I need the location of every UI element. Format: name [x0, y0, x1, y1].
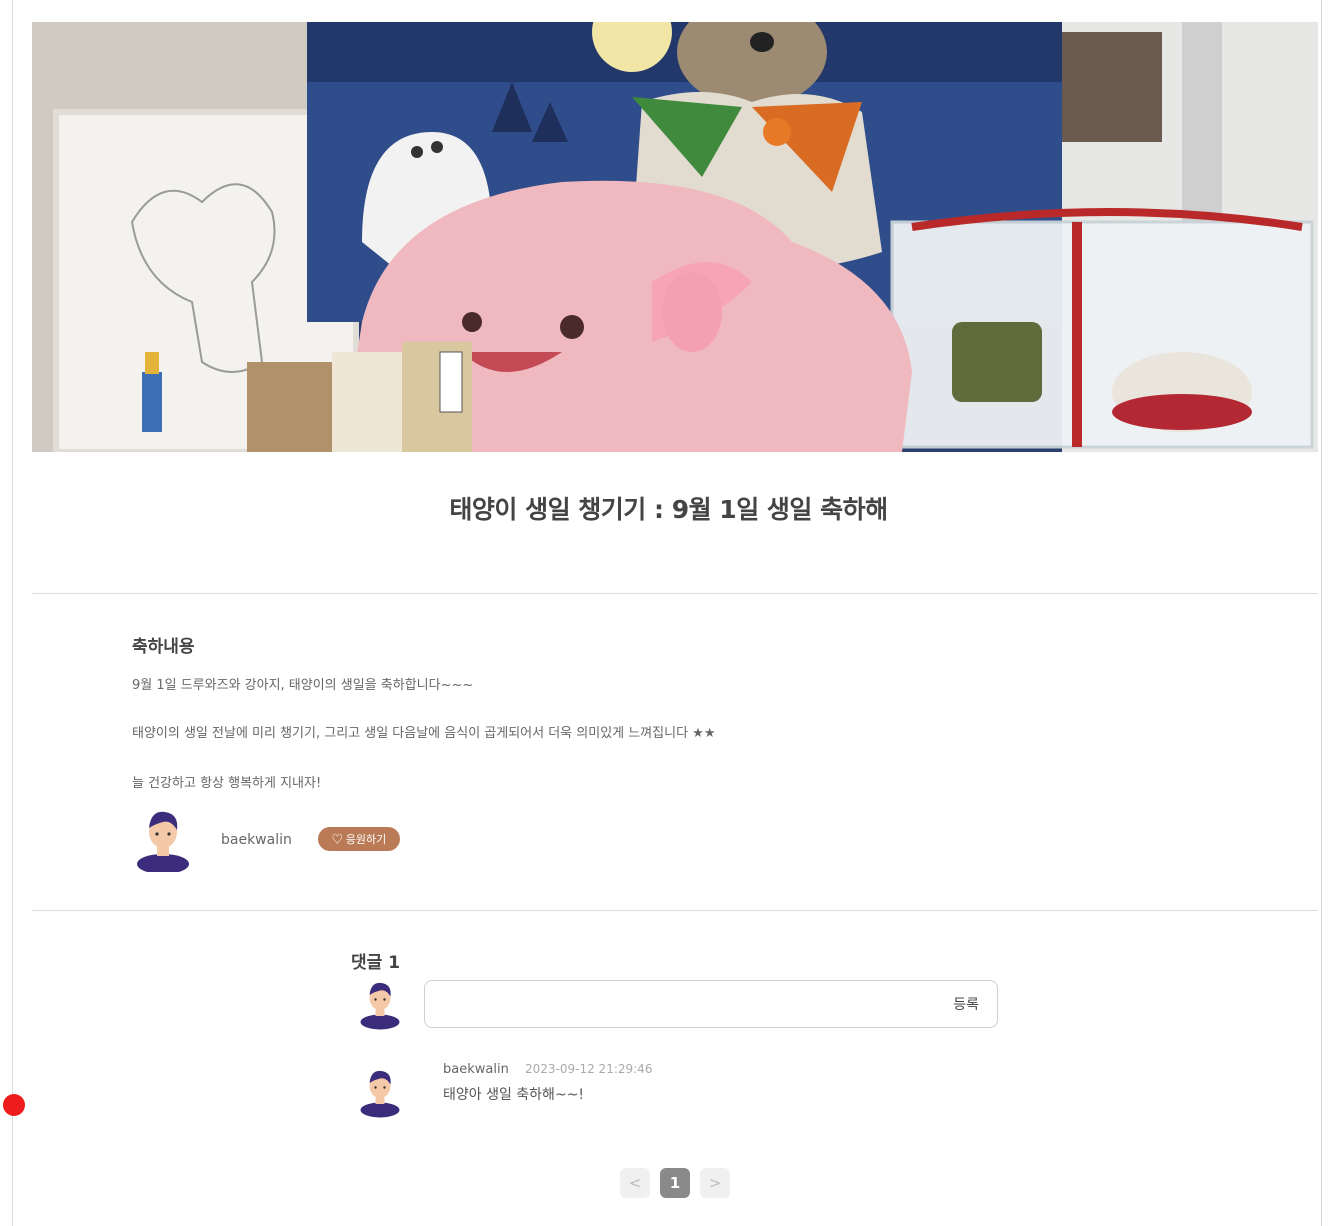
- author-name[interactable]: baekwalin: [221, 832, 292, 848]
- submit-comment-button[interactable]: 등록: [947, 993, 985, 1015]
- post-title: 태양이 생일 챙기기 : 9월 1일 생일 축하해: [449, 495, 888, 524]
- content-line: 9월 1일 드루와즈와 강아지, 태양이의 생일을 축하합니다~~~: [132, 678, 474, 693]
- red-marker-dot: [3, 1094, 25, 1116]
- content-heading: 축하내용: [132, 637, 195, 657]
- content-line: 태양이의 생일 전날에 미리 챙기기, 그리고 생일 다음날에 음식이 곱게되어…: [132, 726, 716, 741]
- chevron-left-icon[interactable]: <: [620, 1168, 650, 1198]
- comment-date: 2023-09-12 21:29:46: [525, 1062, 653, 1076]
- post-hero-image: [32, 22, 1318, 452]
- comment-count: 댓글 1: [351, 953, 401, 973]
- comment-author[interactable]: baekwalin: [443, 1062, 509, 1077]
- avatar-icon: [359, 976, 401, 1036]
- comment-input-box: 등록: [424, 980, 998, 1028]
- comment-input[interactable]: [437, 991, 921, 1019]
- hero-photo: [32, 22, 1318, 452]
- title-divider: [32, 593, 1318, 594]
- cheer-button[interactable]: ♡ 응원하기: [318, 827, 400, 851]
- page-button-current[interactable]: 1: [660, 1168, 690, 1198]
- chevron-right-icon[interactable]: >: [700, 1168, 730, 1198]
- author-row: baekwalin ♡ 응원하기: [135, 808, 535, 874]
- avatar-icon: [359, 1064, 401, 1124]
- pagination: < 1 >: [620, 1168, 732, 1200]
- comment-text: 태양아 생일 축하해~~!: [443, 1087, 585, 1103]
- content-line: 늘 건강하고 항상 행복하게 지내자!: [132, 776, 322, 791]
- content-divider: [32, 910, 1318, 911]
- avatar-icon: [135, 808, 191, 876]
- comment-item: baekwalin 2023-09-12 21:29:46 태양아 생일 축하해…: [359, 1060, 959, 1124]
